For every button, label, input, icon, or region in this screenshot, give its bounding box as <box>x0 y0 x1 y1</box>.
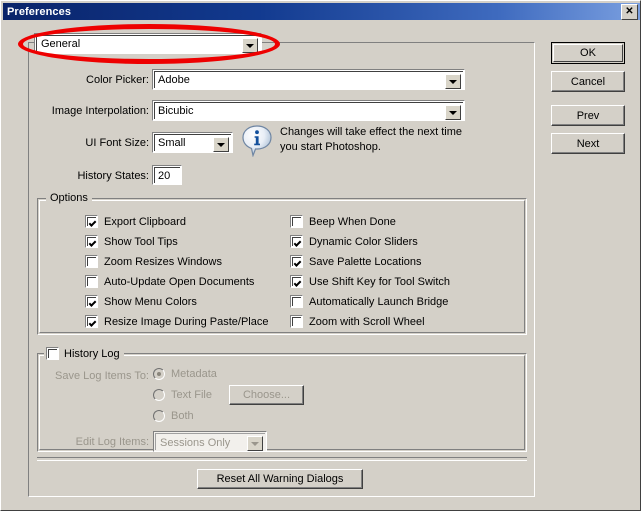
combobox-face: Sessions Only <box>155 433 265 451</box>
preferences-section-combobox[interactable]: General <box>34 33 262 54</box>
checkbox-label: Auto-Update Open Documents <box>104 275 255 288</box>
checkbox-auto-update-open-documents[interactable]: Auto-Update Open Documents <box>85 275 254 288</box>
window-title: Preferences <box>7 5 72 18</box>
radio-indicator[interactable] <box>153 368 165 380</box>
checkbox-zoom-with-scroll-wheel[interactable]: Zoom with Scroll Wheel <box>290 315 425 328</box>
checkbox-show-menu-colors[interactable]: Show Menu Colors <box>85 295 197 308</box>
checkbox-label: Beep When Done <box>309 215 396 228</box>
checkbox-show-tool-tips[interactable]: Show Tool Tips <box>85 235 178 248</box>
chevron-down-icon[interactable] <box>213 137 229 152</box>
divider <box>37 457 527 461</box>
title-bar[interactable]: Preferences ✕ <box>3 3 640 20</box>
image-interpolation-value: Bicubic <box>158 105 194 117</box>
checkbox-indicator[interactable] <box>290 295 303 308</box>
radio-metadata[interactable]: Metadata <box>153 368 217 380</box>
history-states-value: 20 <box>158 170 171 182</box>
checkbox-label: Save Palette Locations <box>309 255 422 268</box>
radio-indicator[interactable] <box>153 410 165 422</box>
checkbox-label: Resize Image During Paste/Place <box>104 315 269 328</box>
checkbox-automatically-launch-bridge[interactable]: Automatically Launch Bridge <box>290 295 448 308</box>
color-picker-value: Adobe <box>158 74 190 86</box>
checkbox-indicator[interactable] <box>290 315 303 328</box>
chevron-down-icon[interactable] <box>445 74 461 89</box>
chevron-down-icon[interactable] <box>445 105 461 120</box>
color-picker-label: Color Picker: <box>86 74 149 86</box>
history-log-groupbox-title[interactable]: History Log <box>44 347 124 360</box>
checkbox-export-clipboard[interactable]: Export Clipboard <box>85 215 186 228</box>
preferences-dialog-window: Preferences ✕ General Color Picker: Adob… <box>0 0 641 511</box>
info-note-text: Changes will take effect the next time y… <box>280 126 463 153</box>
close-icon[interactable]: ✕ <box>621 4 638 20</box>
color-picker-combobox[interactable]: Adobe <box>152 69 465 90</box>
checkbox-label: Export Clipboard <box>104 215 186 228</box>
next-button[interactable]: Next <box>551 133 625 154</box>
combobox-face: Adobe <box>154 71 463 89</box>
input-face: 20 <box>154 167 180 183</box>
ui-font-size-value: Small <box>158 137 186 149</box>
checkbox-use-shift-key-for-tool-switch[interactable]: Use Shift Key for Tool Switch <box>290 275 450 288</box>
ui-font-size-combobox[interactable]: Small <box>152 132 233 153</box>
checkbox-indicator[interactable] <box>85 315 98 328</box>
checkbox-indicator[interactable] <box>85 255 98 268</box>
combobox-face: Bicubic <box>154 102 463 120</box>
chevron-down-icon[interactable] <box>242 38 258 53</box>
combobox-face: General <box>36 35 260 53</box>
edit-log-items-combobox[interactable]: Sessions Only <box>153 431 267 452</box>
checkbox-label: Automatically Launch Bridge <box>309 295 449 308</box>
checkbox-indicator[interactable] <box>85 215 98 228</box>
checkbox-label: Use Shift Key for Tool Switch <box>309 275 451 288</box>
radio-indicator[interactable] <box>153 389 165 401</box>
radio-label: Metadata <box>171 368 217 380</box>
ok-button[interactable]: OK <box>551 42 625 64</box>
checkbox-dynamic-color-sliders[interactable]: Dynamic Color Sliders <box>290 235 418 248</box>
image-interpolation-label: Image Interpolation: <box>51 105 149 117</box>
options-groupbox-title: Options <box>46 192 92 204</box>
radio-label: Text File <box>171 389 212 401</box>
image-interpolation-combobox[interactable]: Bicubic <box>152 100 465 121</box>
edit-log-items-value: Sessions Only <box>160 437 231 449</box>
checkbox-label: Show Menu Colors <box>104 295 197 308</box>
checkbox-save-palette-locations[interactable]: Save Palette Locations <box>290 255 422 268</box>
combobox-face: Small <box>154 134 231 152</box>
checkbox-label: Dynamic Color Sliders <box>309 235 418 248</box>
radio-both[interactable]: Both <box>153 410 194 422</box>
checkbox-indicator[interactable] <box>290 215 303 228</box>
checkbox-indicator[interactable] <box>85 275 98 288</box>
radio-text-file[interactable]: Text File <box>153 389 212 401</box>
checkbox-indicator[interactable] <box>46 347 59 360</box>
checkbox-beep-when-done[interactable]: Beep When Done <box>290 215 396 228</box>
checkbox-label: Zoom Resizes Windows <box>104 255 222 268</box>
history-states-label: History States: <box>77 170 149 182</box>
checkbox-indicator[interactable] <box>290 275 303 288</box>
history-log-label: History Log <box>64 347 120 360</box>
prev-button[interactable]: Prev <box>551 105 625 126</box>
chevron-down-icon[interactable] <box>247 436 263 451</box>
checkbox-zoom-resizes-windows[interactable]: Zoom Resizes Windows <box>85 255 222 268</box>
checkbox-label: Show Tool Tips <box>104 235 178 248</box>
checkbox-resize-image-during-paste-place[interactable]: Resize Image During Paste/Place <box>85 315 268 328</box>
save-log-items-to-label: Save Log Items To: <box>55 370 149 382</box>
edit-log-items-label: Edit Log Items: <box>75 436 149 448</box>
reset-all-warning-dialogs-button[interactable]: Reset All Warning Dialogs <box>197 469 363 489</box>
checkbox-indicator[interactable] <box>290 235 303 248</box>
radio-label: Both <box>171 410 194 422</box>
checkbox-indicator[interactable] <box>85 295 98 308</box>
info-bubble-icon <box>241 124 273 158</box>
history-states-input[interactable]: 20 <box>152 165 182 185</box>
preferences-section-value: General <box>41 38 81 50</box>
choose-button[interactable]: Choose... <box>229 385 304 405</box>
checkbox-indicator[interactable] <box>290 255 303 268</box>
cancel-button[interactable]: Cancel <box>551 71 625 92</box>
ui-font-size-label: UI Font Size: <box>85 137 149 149</box>
checkbox-label: Zoom with Scroll Wheel <box>309 315 425 328</box>
checkbox-indicator[interactable] <box>85 235 98 248</box>
